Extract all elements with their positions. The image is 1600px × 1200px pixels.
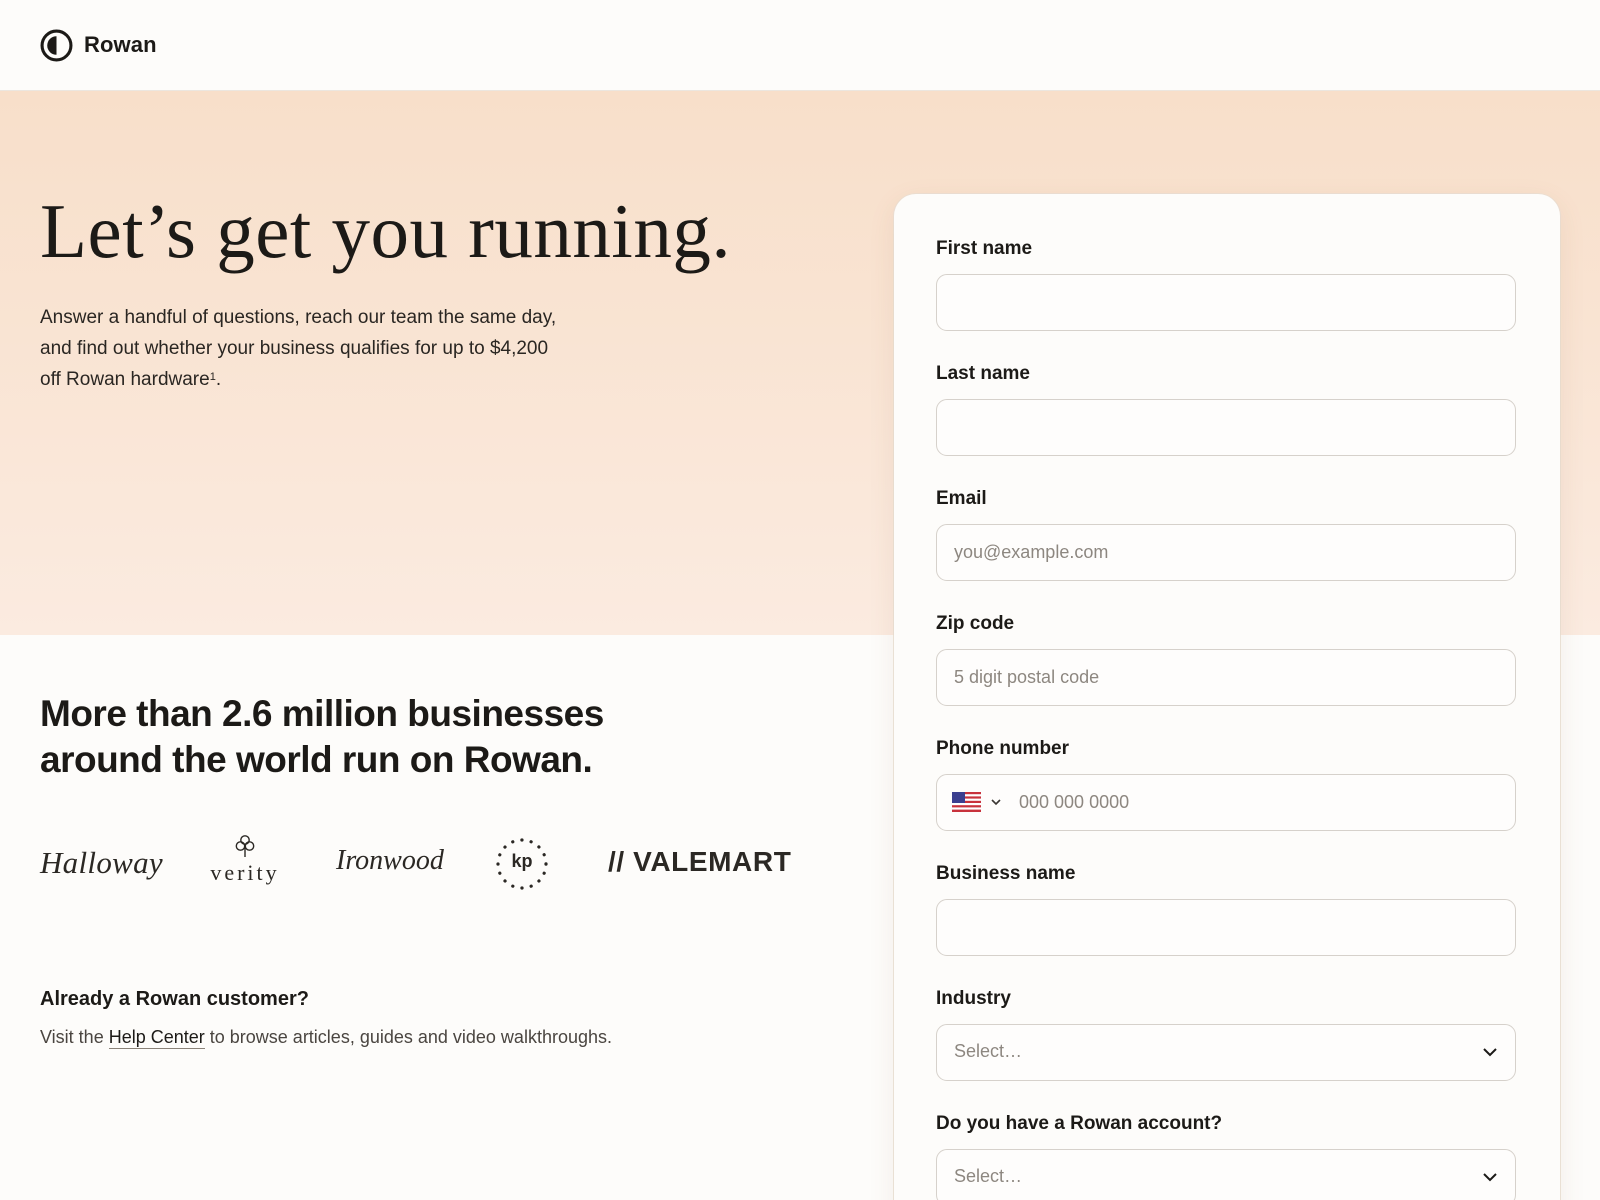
us-flag-icon: [952, 792, 981, 812]
country-code-dropdown[interactable]: [952, 792, 1002, 812]
zip-code-input[interactable]: [936, 649, 1516, 706]
rowan-logo-icon: [40, 29, 73, 61]
rowan-account-select[interactable]: Select…: [936, 1149, 1516, 1200]
business-name-label: Business name: [936, 863, 1076, 884]
first-name-input[interactable]: [936, 274, 1516, 331]
social-proof-heading: More than 2.6 million businesses around …: [40, 693, 604, 780]
brand-name: Rowan: [84, 32, 157, 57]
email-input[interactable]: [936, 524, 1516, 581]
signup-form: First name Last name Email Zip code Phon…: [894, 194, 1560, 1200]
valemart-logo: // VALEMART: [608, 846, 792, 877]
existing-customer-heading: Already a Rowan customer?: [40, 988, 309, 1010]
phone-field: [936, 774, 1516, 831]
rowan-account-select-value: Select…: [954, 1166, 1023, 1186]
hero-subtitle-period: .: [215, 369, 222, 390]
industry-select-value: Select…: [954, 1041, 1023, 1061]
phone-group: Phone number: [936, 737, 1516, 831]
footnote-marker: 1: [209, 371, 216, 383]
industry-group: Industry Select…: [936, 987, 1516, 1081]
zip-code-group: Zip code: [936, 612, 1516, 706]
zip-code-label: Zip code: [936, 613, 1015, 634]
existing-customer-text: Visit the Help Center to browse articles…: [40, 1024, 740, 1050]
chevron-down-icon: [1483, 1173, 1497, 1182]
chevron-down-icon: [1483, 1048, 1497, 1057]
last-name-group: Last name: [936, 362, 1516, 456]
business-name-group: Business name: [936, 862, 1516, 956]
ironwood-logo: Ironwood: [336, 845, 444, 876]
business-name-input[interactable]: [936, 899, 1516, 956]
rowan-account-group: Do you have a Rowan account? Select…: [936, 1112, 1516, 1200]
rowan-account-label: Do you have a Rowan account?: [936, 1113, 1223, 1134]
first-name-label: First name: [936, 238, 1033, 259]
kp-wordmark: kp: [511, 851, 533, 871]
last-name-input[interactable]: [936, 399, 1516, 456]
hero-title: Let’s get you running.: [40, 188, 732, 274]
first-name-group: First name: [936, 237, 1516, 331]
help-text-after: to browse articles, guides and video wal…: [204, 1027, 612, 1047]
last-name-label: Last name: [936, 363, 1030, 384]
hero-subtitle: Answer a handful of questions, reach our…: [40, 302, 560, 395]
phone-label: Phone number: [936, 738, 1070, 759]
halloway-logo: Halloway: [40, 845, 163, 880]
help-center-link[interactable]: Help Center: [108, 1027, 205, 1049]
industry-select[interactable]: Select…: [936, 1024, 1516, 1081]
kp-logo: kp: [494, 836, 550, 892]
clover-icon: [235, 835, 255, 857]
customer-logos: Halloway verity Ironwood kp // VALEMART: [40, 830, 800, 900]
industry-label: Industry: [936, 988, 1011, 1009]
hero-subtitle-text: Answer a handful of questions, reach our…: [40, 307, 557, 390]
rowan-home-logo-link[interactable]: Rowan: [40, 28, 157, 62]
email-label: Email: [936, 488, 987, 509]
verity-wordmark: verity: [210, 860, 280, 885]
chevron-down-icon: [991, 799, 1001, 806]
help-text-before: Visit the: [40, 1027, 109, 1047]
email-group: Email: [936, 487, 1516, 581]
verity-logo: verity: [207, 834, 283, 886]
top-navigation-bar: Rowan: [0, 0, 1600, 91]
existing-customer-section: Already a Rowan customer? Visit the Help…: [40, 985, 740, 1050]
phone-input[interactable]: [1019, 775, 1509, 829]
